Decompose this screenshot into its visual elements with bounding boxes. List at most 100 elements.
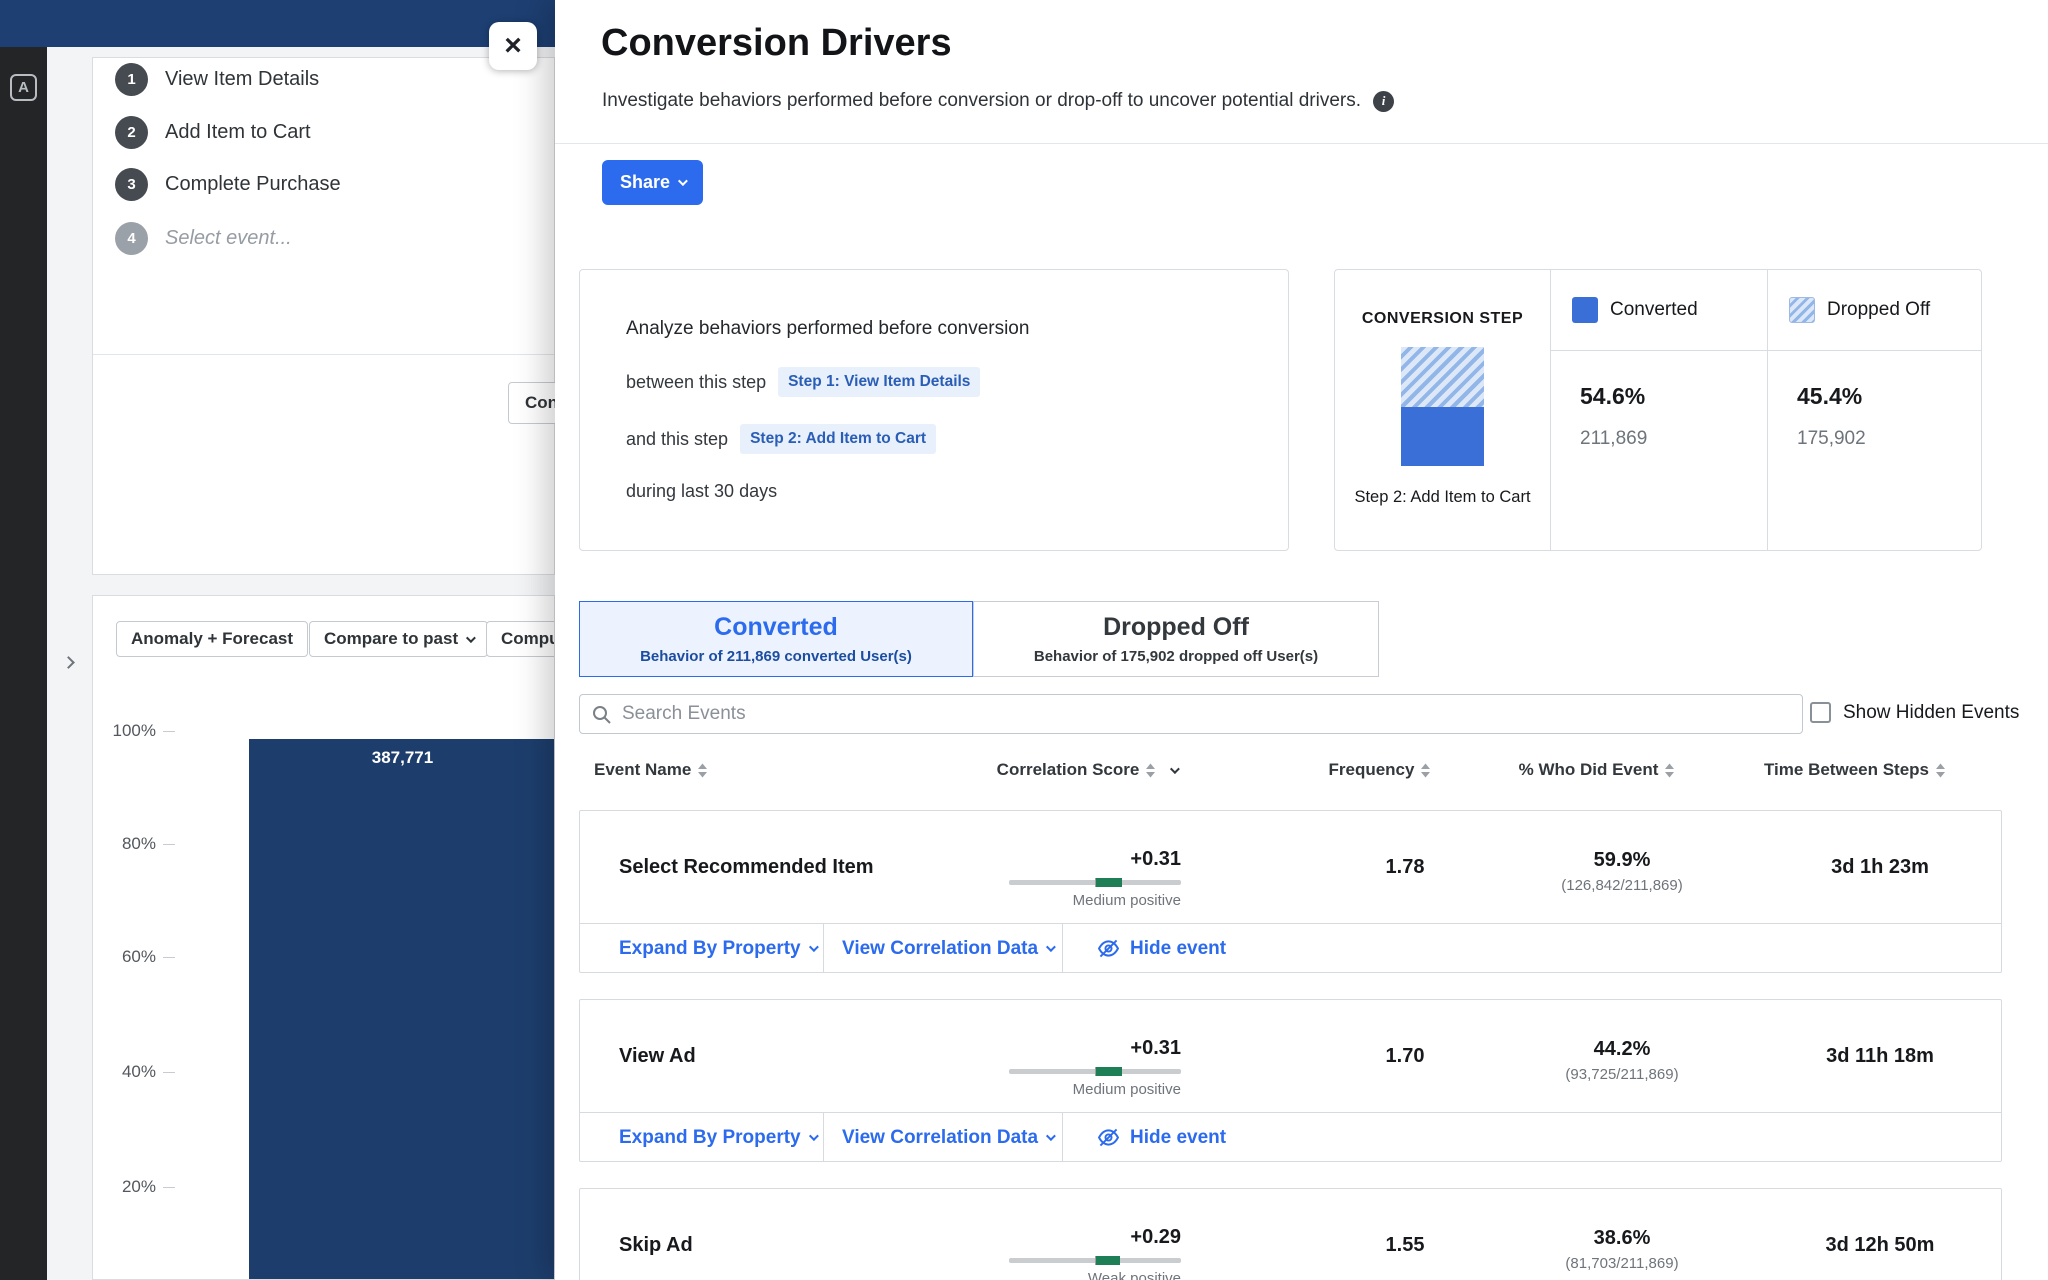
correlation-bar-segment [1095, 1256, 1120, 1265]
top-nav-bar [0, 0, 555, 47]
column-header-correlation-score[interactable]: Correlation Score [987, 760, 1187, 780]
correlation-bar-track [1009, 880, 1181, 885]
expand-by-property-button[interactable]: Expand By Property [580, 1113, 824, 1162]
mini-bar-converted-segment [1401, 407, 1484, 466]
tab-dropped-off[interactable]: Dropped Off Behavior of 175,902 dropped … [973, 601, 1379, 677]
step2-chip[interactable]: Step 2: Add Item to Cart [740, 424, 936, 454]
converted-percent: 54.6% [1580, 383, 1645, 410]
sidebar-expand-chevron-icon[interactable] [62, 656, 75, 669]
close-panel-button[interactable]: × [489, 22, 537, 70]
step1-chip[interactable]: Step 1: View Item Details [778, 367, 980, 397]
chevron-down-icon[interactable] [1170, 764, 1180, 774]
dropped-legend: Dropped Off [1767, 270, 1983, 350]
view-correlation-data-button[interactable]: View Correlation Data [824, 924, 1063, 973]
app-logo-icon[interactable]: A [10, 74, 37, 101]
show-hidden-events-label: Show Hidden Events [1843, 702, 2019, 724]
and-step-label: and this step [626, 429, 728, 450]
compare-to-past-button[interactable]: Compare to past [309, 621, 488, 657]
conversion-drivers-panel: Conversion Drivers Investigate behaviors… [555, 0, 2048, 1280]
eye-off-icon [1097, 939, 1120, 958]
page-subtitle: Investigate behaviors performed before c… [602, 90, 1394, 112]
screen: A 1 View Item Details 2 Add Item to Cart… [0, 0, 2048, 1280]
step-number-badge: 1 [115, 63, 148, 96]
step-label: Add Item to Cart [165, 121, 311, 144]
frequency-value: 1.70 [1320, 1000, 1490, 1112]
page-title: Conversion Drivers [601, 22, 952, 65]
pct-who-did-event-cell: 38.6% (81,703/211,869) [1532, 1227, 1712, 1272]
converted-count: 211,869 [1580, 428, 1647, 450]
dropped-count: 175,902 [1797, 428, 1866, 450]
correlation-score-cell: +0.31 Medium positive [1009, 847, 1181, 909]
between-step-label: between this step [626, 372, 766, 393]
converted-legend: Converted [1550, 270, 1767, 350]
chevron-down-icon [809, 1131, 819, 1141]
event-row: Select Recommended Item +0.31 Medium pos… [579, 810, 2002, 973]
funnel-bar-step1[interactable] [249, 739, 555, 1280]
app-sidebar: A [0, 0, 47, 1280]
search-icon [592, 705, 611, 724]
funnel-step-2[interactable]: 2 Add Item to Cart [115, 115, 311, 149]
chevron-down-icon [678, 176, 688, 186]
column-header-time-between-steps[interactable]: Time Between Steps [1755, 760, 1955, 780]
search-events-input[interactable] [579, 694, 1803, 734]
time-between-steps-value: 3d 12h 50m [1790, 1189, 1970, 1280]
column-header-event-name[interactable]: Event Name [594, 760, 814, 780]
y-axis-label: 20% [93, 1177, 156, 1197]
divider [1550, 350, 1981, 351]
tab-converted[interactable]: Converted Behavior of 211,869 converted … [579, 601, 973, 677]
conversion-step-header: CONVERSION STEP [1335, 310, 1550, 328]
correlation-bar-track [1009, 1258, 1181, 1263]
funnel-bar-value: 387,771 [249, 748, 555, 768]
sort-icon[interactable] [1664, 763, 1675, 778]
pct-who-did-event-cell: 59.9% (126,842/211,869) [1532, 849, 1712, 894]
chevron-down-icon [809, 942, 819, 952]
y-axis-label: 60% [93, 947, 156, 967]
axis-tick [163, 1072, 175, 1073]
expand-by-property-button[interactable]: Expand By Property [580, 924, 824, 973]
share-button[interactable]: Share [602, 160, 703, 205]
y-axis-label: 40% [93, 1062, 156, 1082]
anomaly-forecast-button[interactable]: Anomaly + Forecast [116, 621, 308, 657]
conversion-step-card: CONVERSION STEP Step 2: Add Item to Cart… [1334, 269, 1982, 551]
show-hidden-events-checkbox[interactable] [1810, 702, 1831, 723]
funnel-step-4-placeholder[interactable]: 4 Select event... [115, 221, 292, 255]
sort-icon[interactable] [697, 763, 708, 778]
column-header-pct-who-did-event[interactable]: % Who Did Event [1507, 760, 1687, 780]
axis-tick [163, 731, 175, 732]
divider [555, 143, 2048, 144]
event-name: Skip Ad [619, 1189, 693, 1280]
compute-button[interactable]: Compute [486, 621, 555, 657]
view-correlation-data-button[interactable]: View Correlation Data [824, 1113, 1063, 1162]
sort-icon[interactable] [1420, 763, 1431, 778]
hide-event-button[interactable]: Hide event [1063, 924, 1226, 973]
event-row: Skip Ad +0.29 Weak positive 1.55 38.6% (… [579, 1188, 2002, 1280]
sort-icon[interactable] [1935, 763, 1946, 778]
step-number-badge: 2 [115, 116, 148, 149]
divider [93, 354, 554, 355]
chevron-down-icon [466, 633, 476, 643]
funnel-steps-card: 1 View Item Details 2 Add Item to Cart 3… [92, 57, 555, 575]
chevron-down-icon [1046, 1131, 1056, 1141]
pct-who-did-event-cell: 44.2% (93,725/211,869) [1532, 1038, 1712, 1083]
funnel-step-1[interactable]: 1 View Item Details [115, 62, 319, 96]
funnel-chart-card: Anomaly + Forecast Compare to past Compu… [92, 595, 555, 1280]
time-between-steps-value: 3d 1h 23m [1790, 811, 1970, 923]
event-name: Select Recommended Item [619, 811, 874, 923]
correlation-bar-segment [1095, 878, 1122, 887]
axis-tick [163, 957, 175, 958]
column-header-frequency[interactable]: Frequency [1295, 760, 1465, 780]
correlation-score-cell: +0.29 Weak positive [1009, 1225, 1181, 1280]
duration-label: during last 30 days [626, 481, 777, 502]
info-icon[interactable]: i [1373, 91, 1394, 112]
frequency-value: 1.78 [1320, 811, 1490, 923]
funnel-step-3[interactable]: 3 Complete Purchase [115, 167, 341, 201]
mini-bar-dropped-segment [1401, 347, 1484, 407]
conversion-step-label: Step 2: Add Item to Cart [1335, 488, 1550, 507]
converted-swatch-icon [1572, 297, 1598, 323]
hide-event-button[interactable]: Hide event [1063, 1113, 1226, 1162]
setup-line1: Analyze behaviors performed before conve… [626, 318, 1242, 340]
sort-icon[interactable] [1145, 763, 1156, 778]
step-label: Select event... [165, 227, 292, 250]
time-between-steps-value: 3d 11h 18m [1790, 1000, 1970, 1112]
chevron-down-icon [1046, 942, 1056, 952]
